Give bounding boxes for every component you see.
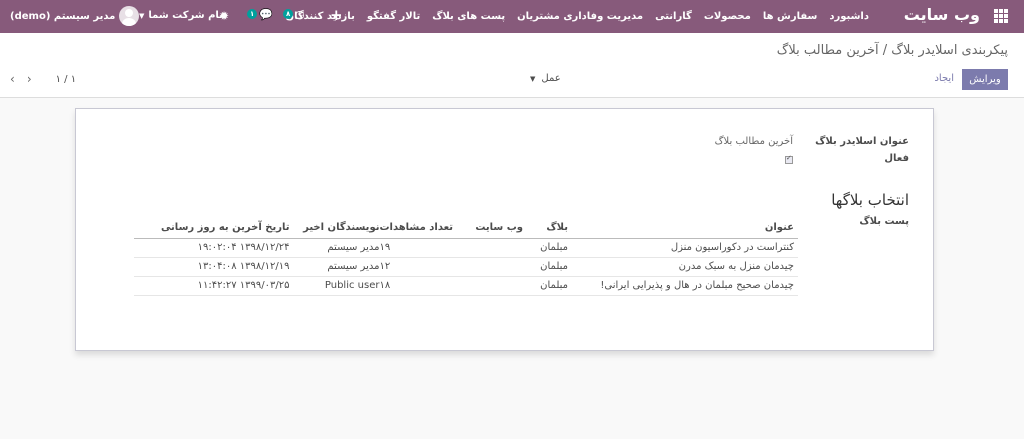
col-title[interactable]: عنوان — [568, 222, 798, 239]
menu-item-orders[interactable]: سفارش ها — [763, 11, 818, 22]
row-blog: مبلمان — [523, 238, 568, 258]
slider-title-label: عنوان اسلایدر بلاگ — [815, 136, 909, 147]
row-website — [453, 238, 523, 258]
main-menu: داشبورد سفارش ها محصولات گارانتی مدیریت … — [286, 0, 869, 33]
row-updated: ۱۳۹۹/۰۳/۲۵ ۱۱:۴۲:۲۷ — [134, 276, 290, 296]
row-website — [453, 257, 523, 277]
slider-title-value[interactable]: آخرین مطالب بلاگ — [715, 136, 793, 147]
apps-menu-icon[interactable] — [994, 9, 1008, 23]
active-checkbox[interactable] — [785, 154, 793, 164]
row-author: مدیر سیستم — [289, 238, 380, 258]
table-row[interactable]: چیدمان صحیح مبلمان در هال و پذیرایی ایرا… — [134, 276, 798, 296]
pager-previous-icon[interactable]: ‹ — [10, 72, 15, 86]
row-views: ۱۸ — [379, 276, 453, 296]
user-menu[interactable]: مدیر سیستم (demo) — [10, 6, 140, 26]
menu-item-blog-posts[interactable]: پست های بلاگ — [432, 11, 505, 22]
company-name: نام شرکت شما — [148, 10, 223, 21]
col-views[interactable]: تعداد مشاهدات — [379, 222, 453, 239]
menu-item-warranty[interactable]: گارانتی — [655, 11, 692, 22]
menu-item-forum[interactable]: تالار گفتگو — [367, 11, 420, 22]
row-blog: مبلمان — [523, 257, 568, 277]
app-brand[interactable]: وب سایت — [904, 5, 980, 24]
action-label: عمل — [541, 73, 561, 84]
caret-down-icon: ▼ — [139, 11, 145, 20]
debug-bug-icon[interactable]: ✹ — [219, 9, 229, 23]
create-button[interactable]: ایجاد — [934, 73, 954, 84]
pager-counter[interactable]: ۱ / ۱ — [56, 74, 76, 85]
row-updated: ۱۳۹۸/۱۲/۱۹ ۱۳:۰۴:۰۸ — [134, 257, 290, 277]
user-avatar — [119, 6, 140, 26]
table-row[interactable]: چیدمان منزل به سبک مدرن مبلمان ۱۲ مدیر س… — [134, 257, 798, 277]
company-switcher[interactable]: ▼ نام شرکت شما — [139, 10, 223, 21]
clock-icon: ◷ — [295, 8, 305, 21]
control-panel: پیکربندی اسلایدر بلاگ / آخرین مطالب بلاگ… — [0, 33, 1024, 98]
row-author: مدیر سیستم — [289, 257, 380, 277]
user-name: مدیر سیستم (demo) — [10, 10, 116, 22]
row-updated: ۱۳۹۸/۱۲/۲۴ ۱۹:۰۲:۰۴ — [134, 238, 290, 258]
menu-item-products[interactable]: محصولات — [704, 11, 751, 22]
active-label: فعال — [884, 153, 909, 164]
col-author[interactable]: نویسندگان اخیر — [289, 222, 380, 239]
blog-post-label: پست بلاگ — [859, 216, 909, 227]
row-website — [453, 276, 523, 296]
form-sheet: عنوان اسلایدر بلاگ آخرین مطالب بلاگ فعال… — [75, 108, 934, 351]
row-title: کنتراست در دکوراسیون منزل — [568, 238, 798, 258]
breadcrumb[interactable]: پیکربندی اسلایدر بلاگ / آخرین مطالب بلاگ — [777, 43, 1008, 58]
chat-counter-badge: ۱ — [247, 9, 258, 19]
edit-button[interactable]: ویرایش — [962, 69, 1008, 90]
col-updated[interactable]: تاریخ آخرین به روز رسانی — [134, 222, 290, 239]
pager-next-icon[interactable]: › — [27, 72, 32, 86]
caret-down-icon: ▼ — [530, 74, 536, 83]
quick-create-plus-icon[interactable]: + — [330, 6, 343, 24]
col-website[interactable]: وب سایت — [453, 222, 523, 239]
row-views: ۱۲ — [379, 257, 453, 277]
chat-icon: 💬 — [259, 8, 273, 21]
table-header-row: عنوان بلاگ وب سایت تعداد مشاهدات نویسندگ… — [134, 222, 798, 239]
col-blog[interactable]: بلاگ — [523, 222, 568, 239]
row-title: چیدمان منزل به سبک مدرن — [568, 257, 798, 277]
row-blog: مبلمان — [523, 276, 568, 296]
menu-item-loyalty[interactable]: مدیریت وفاداری مشتریان — [517, 11, 643, 22]
row-title: چیدمان صحیح مبلمان در هال و پذیرایی ایرا… — [568, 276, 798, 296]
select-blogs-title: انتخاب بلاگها — [831, 191, 909, 209]
menu-item-dashboard[interactable]: داشبورد — [829, 11, 869, 22]
table-row[interactable]: کنتراست در دکوراسیون منزل مبلمان ۱۹ مدیر… — [134, 238, 798, 258]
action-dropdown[interactable]: ▼ عمل — [530, 73, 561, 84]
row-author: Public user — [289, 276, 380, 296]
blog-posts-table: عنوان بلاگ وب سایت تعداد مشاهدات نویسندگ… — [134, 222, 798, 296]
pager: ‹ › ۱ / ۱ — [10, 72, 76, 86]
row-views: ۱۹ — [379, 238, 453, 258]
top-navbar: وب سایت داشبورد سفارش ها محصولات گارانتی… — [0, 0, 1024, 33]
